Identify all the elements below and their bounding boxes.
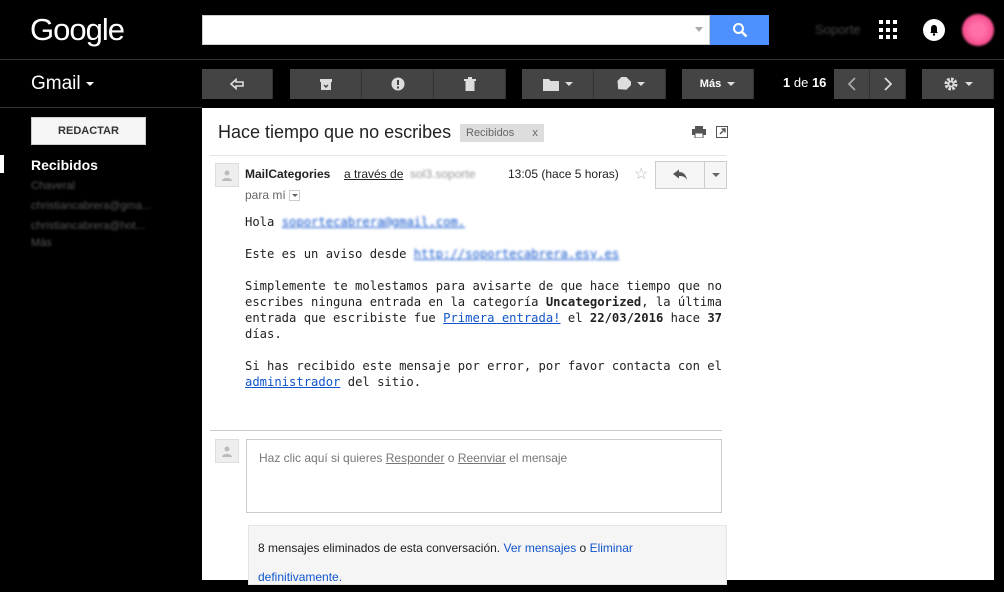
email-subject: Hace tiempo que no escribes	[218, 122, 452, 142]
label-chip[interactable]: Recibidos x	[460, 124, 544, 142]
label-chip-text: Recibidos	[466, 127, 515, 139]
apps-grid-icon[interactable]	[879, 20, 899, 40]
divider	[210, 430, 722, 431]
search-icon	[732, 23, 747, 38]
back-arrow-icon	[229, 78, 244, 90]
sender-name[interactable]: MailCategories	[245, 167, 330, 181]
via-link[interactable]: a través de	[344, 167, 403, 181]
bell-icon[interactable]	[923, 19, 945, 41]
star-icon[interactable]: ☆	[634, 164, 648, 184]
site-url-link[interactable]: http://soportecabrera.esy.es	[414, 247, 619, 261]
greeting-email-link[interactable]: soportecabrera@gmail.com.	[282, 215, 465, 229]
move-to-button[interactable]	[522, 69, 594, 99]
conversation-panel: Hace tiempo que no escribes Recibidos x …	[202, 108, 994, 585]
forward-link[interactable]: Reenviar	[458, 451, 506, 465]
search-button[interactable]	[710, 15, 769, 45]
reply-link[interactable]: Responder	[386, 451, 445, 465]
more-button[interactable]: Más	[682, 69, 754, 99]
via-domain: sol3.soporte	[410, 167, 476, 181]
search-options-caret-icon[interactable]	[695, 27, 703, 32]
reply-more-button[interactable]	[704, 161, 727, 189]
label-tag-icon	[616, 77, 631, 90]
email-time: 13:05 (hace 5 horas)	[508, 167, 619, 181]
search-input[interactable]	[202, 15, 710, 45]
archive-icon	[319, 78, 332, 90]
person-icon	[222, 446, 232, 457]
view-messages-link[interactable]: Ver mensajes	[503, 541, 576, 555]
gmail-menu[interactable]: Gmail	[31, 73, 94, 95]
chevron-down-icon	[85, 81, 94, 86]
chevron-right-icon	[883, 77, 892, 91]
paragraph-line: Si has recibido este mensaje por error, …	[245, 359, 722, 373]
sidebar-item[interactable]: christiancabrera@hot...	[31, 220, 145, 232]
delete-forever-link[interactable]: Eliminar	[590, 541, 633, 555]
paragraph-line: Simplemente te molestamos para avisarte …	[245, 279, 722, 293]
chevron-down-icon	[964, 82, 973, 86]
delete-button[interactable]	[434, 69, 506, 99]
new-window-icon[interactable]	[716, 125, 728, 143]
archive-button[interactable]	[290, 69, 362, 99]
sidebar-item-inbox[interactable]: Recibidos	[31, 157, 98, 173]
labels-button[interactable]	[594, 69, 666, 99]
chevron-left-icon	[847, 77, 856, 91]
google-logo[interactable]: Google	[30, 12, 125, 48]
chevron-down-icon	[636, 82, 645, 86]
folder-icon	[542, 78, 559, 91]
trash-icon	[463, 77, 476, 91]
top-bar: Google Soporte	[0, 0, 1004, 60]
spam-icon	[391, 77, 404, 91]
sender-avatar	[215, 163, 239, 187]
show-details-icon[interactable]	[288, 190, 300, 202]
sidebar-item[interactable]: Chaveral	[31, 180, 75, 192]
recipient-line: para mí	[245, 188, 300, 202]
account-name[interactable]: Soporte	[815, 22, 861, 37]
greeting-line: Hola soportecabrera@gmail.com.	[245, 215, 466, 229]
chevron-down-icon	[727, 82, 736, 86]
paragraph-line: escribes ninguna entrada en la categoría…	[245, 295, 722, 309]
post-date: 22/03/2016	[589, 311, 664, 325]
paragraph-line: días.	[245, 327, 282, 341]
reply-arrow-icon	[673, 169, 687, 180]
compose-button[interactable]: REDACTAR	[31, 117, 146, 145]
admin-link[interactable]: administrador	[245, 375, 340, 389]
reply-avatar	[215, 439, 239, 463]
header-divider	[0, 59, 1004, 60]
avatar[interactable]	[962, 14, 994, 46]
chevron-down-icon	[711, 173, 720, 177]
reply-box[interactable]: Haz clic aquí si quieres Responder o Ree…	[246, 439, 722, 513]
newer-button[interactable]	[834, 69, 870, 99]
pager-text: 1 de 16	[783, 75, 827, 90]
days-count: 37	[707, 311, 723, 325]
gear-icon	[944, 77, 957, 91]
deleted-messages-notice: 8 mensajes eliminados de esta conversaci…	[248, 525, 727, 585]
category-name: Uncategorized	[545, 295, 642, 309]
divider	[210, 155, 726, 156]
reply-button[interactable]	[655, 161, 705, 189]
settings-button[interactable]	[922, 69, 994, 99]
person-icon	[222, 170, 232, 181]
print-icon[interactable]	[692, 125, 706, 143]
selected-indicator	[0, 155, 4, 173]
back-button[interactable]	[202, 69, 273, 99]
older-button[interactable]	[870, 69, 906, 99]
post-link[interactable]: Primera entrada!	[443, 311, 560, 325]
report-spam-button[interactable]	[362, 69, 434, 99]
chevron-down-icon	[564, 82, 573, 86]
more-label: Más	[699, 78, 722, 90]
delete-forever-link-cont[interactable]: definitivamente.	[258, 570, 342, 584]
sidebar-divider	[0, 107, 202, 108]
sidebar-item-more[interactable]: Más	[31, 237, 52, 249]
notice-line: Este es un aviso desde http://soportecab…	[245, 247, 620, 261]
close-icon[interactable]: x	[532, 127, 538, 139]
paragraph-line: entrada que escribiste fue Primera entra…	[245, 311, 723, 325]
sidebar-item[interactable]: christiancabrera@gma...	[31, 200, 151, 212]
paragraph-line: administrador del sitio.	[245, 375, 422, 389]
